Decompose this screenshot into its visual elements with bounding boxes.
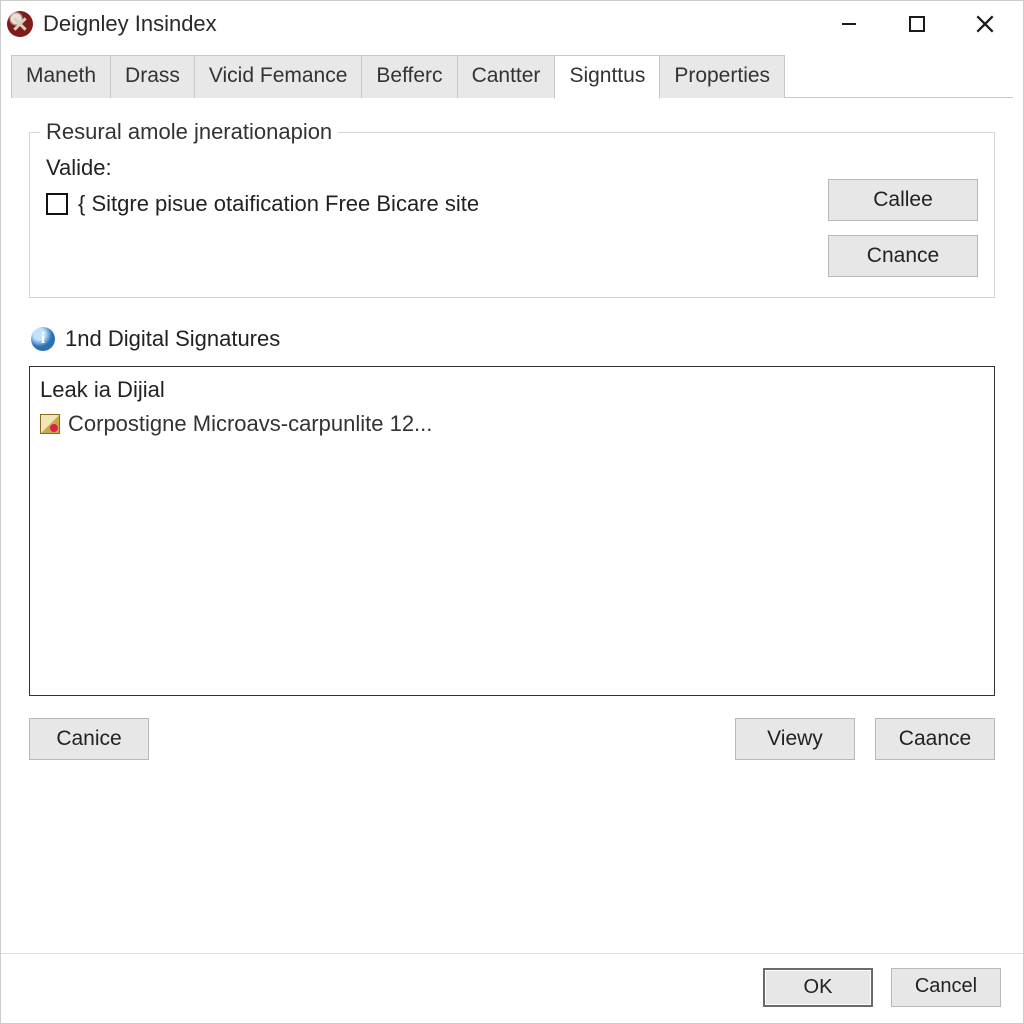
tab-cantter[interactable]: Cantter (457, 55, 556, 98)
tab-vicid-femance[interactable]: Vicid Femance (194, 55, 363, 98)
valide-label: Valide: (46, 155, 810, 181)
list-item-text: Corpostigne Microavs-carpunlite 12... (68, 411, 432, 437)
section-heading: 1nd Digital Signatures (31, 326, 995, 352)
caance-button[interactable]: Caance (875, 718, 995, 760)
ok-button[interactable]: OK (763, 968, 873, 1007)
canice-button[interactable]: Canice (29, 718, 149, 760)
tab-befferc[interactable]: Befferc (361, 55, 457, 98)
minimize-button[interactable] (827, 6, 871, 42)
dialog-footer: OK Cancel (1, 953, 1023, 1023)
list-header: Leak ia Dijial (40, 373, 984, 409)
signatures-listbox[interactable]: Leak ia Dijial Corpostigne Microavs-carp… (29, 366, 995, 696)
groupbox-legend: Resural amole jnerationapion (40, 119, 338, 145)
cancel-button[interactable]: Cancel (891, 968, 1001, 1007)
lower-button-row: Canice Viewy Caance (29, 718, 995, 760)
groupbox-resural: Resural amole jnerationapion Valide: { S… (29, 132, 995, 298)
list-item[interactable]: Corpostigne Microavs-carpunlite 12... (40, 409, 984, 439)
cnance-button[interactable]: Cnance (828, 235, 978, 277)
checkbox-row[interactable]: { Sitgre pisue otaification Free Bicare … (46, 191, 810, 217)
window-title: Deignley Insindex (43, 11, 827, 37)
section-heading-text: 1nd Digital Signatures (65, 326, 280, 352)
checkbox-label: { Sitgre pisue otaification Free Bicare … (78, 191, 479, 217)
info-icon (31, 327, 55, 351)
certificate-icon (40, 414, 60, 434)
window-controls (827, 6, 1019, 42)
tab-signttus[interactable]: Signttus (554, 55, 660, 99)
tab-maneth[interactable]: Maneth (11, 55, 111, 98)
tab-properties[interactable]: Properties (659, 55, 785, 98)
app-icon (7, 11, 33, 37)
callee-button[interactable]: Callee (828, 179, 978, 221)
tab-panel: Resural amole jnerationapion Valide: { S… (1, 98, 1023, 953)
tab-drass[interactable]: Drass (110, 55, 195, 98)
dialog-window: Deignley Insindex Maneth Drass Vicid Fem… (0, 0, 1024, 1024)
maximize-button[interactable] (895, 6, 939, 42)
viewy-button[interactable]: Viewy (735, 718, 855, 760)
close-button[interactable] (963, 6, 1007, 42)
checkbox-sitgre[interactable] (46, 193, 68, 215)
tabstrip: Maneth Drass Vicid Femance Befferc Cantt… (1, 47, 1023, 98)
titlebar: Deignley Insindex (1, 1, 1023, 47)
